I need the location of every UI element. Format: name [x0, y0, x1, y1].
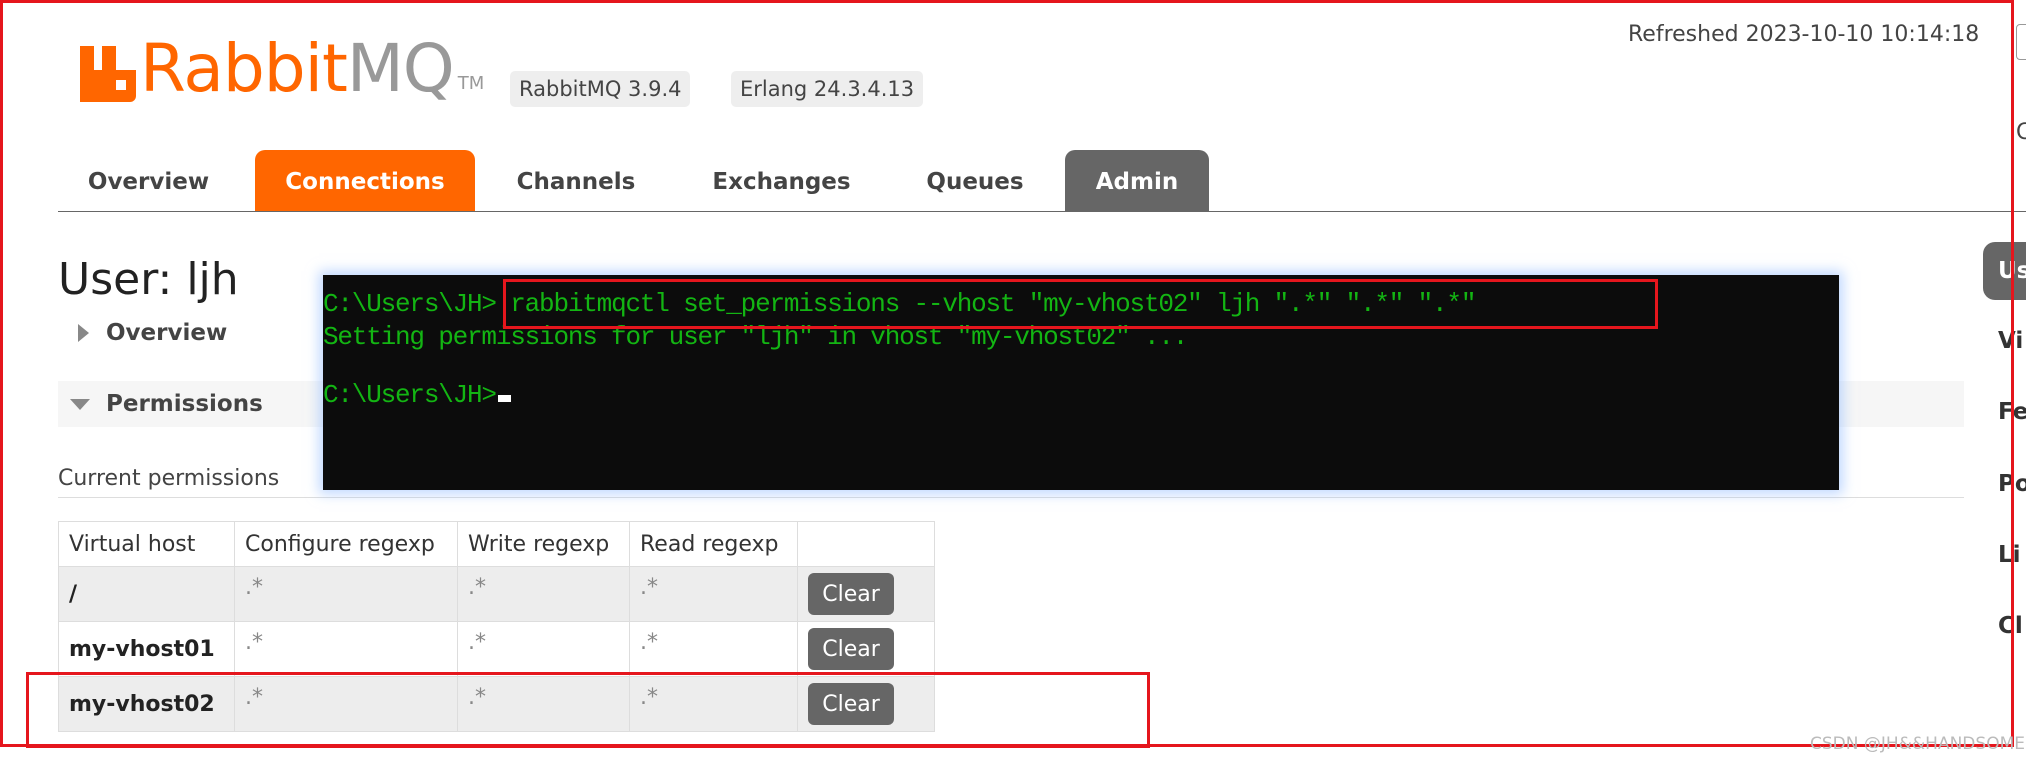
- annotation-command-highlight: [503, 279, 1658, 329]
- watermark: CSDN @JH&&HANDSOME: [1810, 734, 2025, 754]
- refresh-interval-select[interactable]: [2016, 24, 2026, 60]
- cluster-label: C: [2016, 120, 2026, 145]
- annotation-frame: [0, 0, 2014, 747]
- annotation-row-highlight: [26, 672, 1150, 748]
